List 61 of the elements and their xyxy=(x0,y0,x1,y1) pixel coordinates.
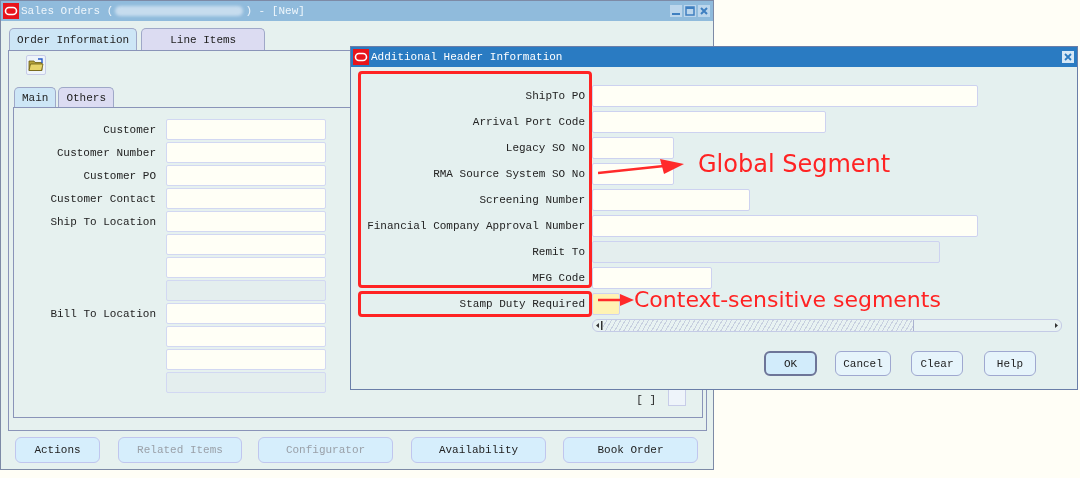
dialog-button[interactable]: Help xyxy=(984,351,1036,376)
window-title: Sales Orders ( xyxy=(21,5,114,17)
input-field[interactable] xyxy=(592,215,978,237)
action-button[interactable]: Actions xyxy=(15,437,100,463)
input-field[interactable] xyxy=(592,111,826,133)
field-label: Legacy SO No xyxy=(505,142,585,154)
flag-text: [ ] xyxy=(636,394,656,406)
tab[interactable]: Others xyxy=(58,87,114,107)
input-field[interactable] xyxy=(592,137,674,159)
arrow-annotation xyxy=(598,294,634,306)
input-field[interactable] xyxy=(166,211,326,232)
maximize-icon[interactable] xyxy=(684,5,696,17)
field-label: Customer xyxy=(102,123,156,136)
input-field[interactable] xyxy=(166,257,326,278)
field-label: Ship To Location xyxy=(49,215,156,228)
action-button[interactable]: Availability xyxy=(411,437,546,463)
tab[interactable]: Order Information xyxy=(9,28,138,50)
tab[interactable]: Line Items xyxy=(141,28,266,50)
tab[interactable]: Main xyxy=(14,87,57,107)
field-label: Customer Contact xyxy=(49,192,156,205)
input-field[interactable] xyxy=(166,349,326,370)
dialog-title: Additional Header Information xyxy=(371,51,563,63)
app-logo-icon xyxy=(353,49,369,65)
input-field[interactable] xyxy=(592,293,620,315)
field-label: Arrival Port Code xyxy=(472,116,585,128)
input-field[interactable] xyxy=(166,234,326,255)
close-icon[interactable] xyxy=(1062,51,1074,63)
field-label: Screening Number xyxy=(479,194,585,206)
field-label: Customer Number xyxy=(55,146,156,159)
folder-button[interactable] xyxy=(26,55,46,75)
app-logo-icon xyxy=(3,3,19,19)
input-field[interactable] xyxy=(592,85,978,107)
field-label: MFG Code xyxy=(532,272,585,284)
input-field[interactable] xyxy=(166,142,326,163)
window-title-suffix: ) - [New] xyxy=(245,5,305,17)
input-field[interactable] xyxy=(166,326,326,347)
folder-icon xyxy=(28,58,44,72)
close-icon[interactable] xyxy=(698,5,710,17)
field-label: RMA Source System SO No xyxy=(433,168,585,180)
input-field[interactable] xyxy=(592,267,712,289)
input-field[interactable] xyxy=(592,189,750,211)
field-label: Customer PO xyxy=(82,169,156,182)
field-label: Stamp Duty Required xyxy=(459,298,585,310)
dialog-button[interactable]: Clear xyxy=(911,351,963,376)
field-label: Remit To xyxy=(532,246,585,258)
input-field[interactable] xyxy=(166,165,326,186)
field-label: Financial Company Approval Number xyxy=(367,220,585,232)
scroll-thumb[interactable] xyxy=(603,320,914,331)
annotation-text: Global Segment xyxy=(698,150,891,179)
annotation-text: Context-sensitive segments xyxy=(634,287,941,314)
minimize-icon[interactable] xyxy=(670,5,682,17)
action-button[interactable]: Book Order xyxy=(563,437,698,463)
field-label: ShipTo PO xyxy=(525,90,585,102)
dialog-button[interactable]: OK xyxy=(764,351,817,376)
dialog-button[interactable]: Cancel xyxy=(835,351,891,376)
field-label: Bill To Location xyxy=(49,307,156,320)
input-field[interactable] xyxy=(166,303,326,324)
scrollbar[interactable] xyxy=(592,319,1062,332)
input-field[interactable] xyxy=(166,188,326,209)
scroll-left-icon[interactable] xyxy=(593,320,603,331)
input-field[interactable] xyxy=(166,119,326,140)
